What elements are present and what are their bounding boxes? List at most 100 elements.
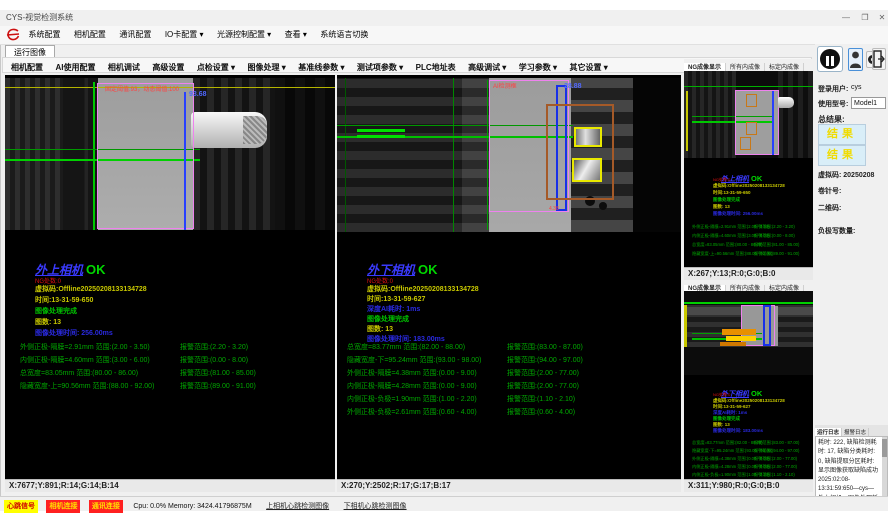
image-metal-part (778, 97, 794, 108)
alarm-range: 报警范围:(0.00 - 8.00) (180, 355, 248, 365)
menu-item-light-config[interactable]: 光源控制配置 ▾ (217, 26, 271, 44)
menu-item-language[interactable]: 系统语言切换 (320, 26, 368, 44)
heartbeat-badge: 心跳信号 (4, 500, 38, 513)
login-user-label: 登录用户: (818, 84, 848, 94)
alarm-range: 报警范围:(0.00 - 8.00) (754, 233, 795, 239)
frame-count-label: 图数: 13 (713, 204, 730, 210)
overlay-blue-line (184, 92, 186, 230)
pause-icon (820, 49, 840, 69)
lower-camera-heartbeat-link[interactable]: 下相机心跳检测图像 (344, 500, 407, 513)
menu-bar: 系统配置 相机配置 通讯配置 IO卡配置 ▾ 光源控制配置 ▾ 查看 ▾ 系统语… (0, 26, 888, 45)
overlay-defect-highlight (720, 342, 746, 346)
tool-baseline-params[interactable]: 基准线参数 ▾ (298, 60, 344, 75)
measurement-row: 总宽度=83.77mm 范围:(82.00 - 88.00) 报警范围:(83.… (347, 342, 677, 352)
overlay-defect-rect (574, 127, 602, 147)
process-done-label: 图像处理完成 (713, 197, 740, 203)
overlay-blue-value: 93.68 (189, 91, 207, 98)
tool-learning-params[interactable]: 学习参数 ▾ (519, 60, 557, 75)
upper-camera-heartbeat-link[interactable]: 上相机心跳检测图像 (266, 500, 329, 513)
measurement-value: 内侧正极-隔膜=4.28mm 范围:(0.00 - 9.00) (347, 383, 477, 390)
log-scrollbar-thumb[interactable] (882, 439, 887, 457)
overlay-defect-highlight (722, 329, 756, 335)
window-title: CYS-视觉检测系统 (6, 13, 73, 22)
close-button[interactable]: ✕ (874, 10, 888, 26)
measurement-value: 隐藏宽度-上=90.56mm 范围:(88.00 - 92.00) (20, 383, 154, 390)
measurement-value: 总宽度=83.05mm 范围:(80.00 - 86.00) (692, 242, 763, 247)
measurement-row: 隐藏宽度-上=90.56mm 范围:(88.00 - 92.00) 报警范围:(… (692, 251, 810, 258)
tool-plc-address[interactable]: PLC地址表 (416, 60, 456, 75)
measurement-value: 内侧正极-隔膜=4.60mm 范围:(3.00 - 6.00) (20, 357, 150, 364)
menu-item-camera-config[interactable]: 相机配置 (74, 26, 106, 44)
virtual-code-field: 虚拟码: 20250208 (818, 170, 874, 180)
pixel-readout-preview-upper: X:267;Y:13;R:0;G:0;B:0 (684, 267, 813, 280)
overlay-green-vline (93, 82, 95, 230)
alarm-range: 报警范围:(2.20 - 3.20) (180, 342, 248, 352)
tool-camera-config[interactable]: 相机配置 (11, 60, 43, 75)
menu-item-system-config[interactable]: 系统配置 (28, 26, 60, 44)
alarm-range: 报警范围:(83.00 - 87.00) (754, 440, 799, 446)
measurement-row: 总宽度=83.77mm 范围:(82.00 - 88.00) 报警范围:(83.… (692, 440, 810, 447)
alarm-range: 报警范围:(2.00 - 77.00) (754, 456, 797, 462)
result-ok-badge: OK (418, 262, 438, 277)
measurement-value: 外侧正极-隔膜=2.91mm 范围:(2.00 - 3.50) (20, 344, 150, 351)
status-bar: 心跳信号 相机连接 通讯连接 Cpu: 0.0% Memory: 3424.41… (0, 496, 888, 511)
camera-panel-lower: AI检测框 28.88 4.38 外下相机OK NG处数:0 虚拟码:Offli… (337, 75, 681, 492)
alarm-range: 报警范围:(2.20 - 3.20) (754, 224, 795, 230)
exit-button[interactable] (872, 48, 886, 70)
overlay-green-vline (487, 80, 488, 230)
overlay-defect-highlight (726, 336, 756, 341)
overlay-green-segment (357, 129, 405, 132)
overlay-yellow-strip (686, 91, 688, 151)
user-icon (849, 49, 862, 70)
overlay-red-value: 4.38 (549, 206, 559, 212)
log-scrollbar[interactable] (882, 437, 887, 499)
tool-ai-config[interactable]: AI使用配置 (55, 60, 95, 75)
overlay-blue-line (772, 91, 774, 155)
image-texture (193, 78, 275, 230)
cpu-memory-readout: Cpu: 0.0% Memory: 3424.41796875M (133, 500, 251, 513)
camera-connection-badge: 相机连接 (46, 500, 80, 513)
result-box-upper: 结果 (818, 124, 866, 145)
camera-image-upper[interactable]: 固定阈值:93，动态阈值:100 93.68 (5, 78, 335, 230)
measurement-value: 隐藏宽度-下=95.24mm 范围:(93.00 - 98.00) (347, 357, 481, 364)
tool-test-params[interactable]: 测试项参数 ▾ (357, 60, 403, 75)
image-texture (633, 78, 681, 232)
image-texture (337, 78, 462, 232)
process-time-label: 图像处理时间: 256.00ms (713, 211, 763, 217)
user-button[interactable] (848, 48, 863, 71)
virtual-code-label: 虚拟码:Offline20250208133134728 (35, 284, 147, 294)
time-label: 时间:13-31-59-650 (35, 295, 93, 305)
ai-time-label: 深度AI耗时: 1ms (367, 304, 420, 314)
tool-other-settings[interactable]: 其它设置 ▾ (569, 60, 607, 75)
tool-image-processing[interactable]: 图像处理 ▾ (248, 60, 286, 75)
model-select[interactable]: Model1 (851, 97, 886, 109)
comm-connection-badge: 通讯连接 (89, 500, 123, 513)
measurement-value: 外侧正极-隔膜=4.38mm 范围:(0.00 - 9.00) (347, 370, 477, 377)
overlay-roi-rect (97, 83, 194, 229)
tool-advanced-settings[interactable]: 高级设置 (152, 60, 184, 75)
log-output[interactable]: 耗时: 222, 缺陷检测耗时: 17, 缺陷分类耗时: 0, 缺陷提取分区耗时… (815, 436, 888, 500)
tool-advanced-debug[interactable]: 高级调试 ▾ (468, 60, 506, 75)
overlay-detect-rect (740, 137, 751, 150)
menu-item-comm-config[interactable]: 通讯配置 (119, 26, 151, 44)
measurement-row: 内侧正极-负极=1.90mm 范围:(1.00 - 2.20) 报警范围:(1.… (347, 394, 677, 404)
frame-count-label: 图数: 13 (35, 317, 61, 327)
preview-image-lower[interactable] (684, 291, 813, 375)
camera-name-label: 外下相机 (367, 263, 415, 277)
menu-item-view[interactable]: 查看 ▾ (285, 26, 307, 44)
minimize-button[interactable]: — (838, 10, 854, 26)
maximize-button[interactable]: ❐ (857, 10, 873, 26)
menu-item-io-config[interactable]: IO卡配置 ▾ (165, 26, 204, 44)
camera-image-lower[interactable]: AI检测框 28.88 4.38 (337, 78, 681, 232)
preview-image-upper[interactable] (684, 71, 813, 158)
tool-camera-debug[interactable]: 相机调试 (108, 60, 140, 75)
overlay-detect-rect (546, 104, 614, 200)
tool-spot-check[interactable]: 点检设置 ▾ (197, 60, 235, 75)
pause-button[interactable] (817, 46, 843, 72)
camera-name-label: 外上相机 (35, 263, 83, 277)
overlay-detect-rect (746, 122, 757, 135)
measurement-row: 外侧正极-隔膜=4.38mm 范围:(0.00 - 9.00) 报警范围:(2.… (347, 368, 677, 378)
alarm-range: 报警范围:(89.00 - 91.00) (754, 251, 799, 257)
measurement-row: 外侧正极-隔膜=4.38mm 范围:(0.00 - 9.00) 报警范围:(2.… (692, 456, 810, 463)
control-panel: 登录用户: cys 使用型号: Model1 总结果: 结果 结果 虚拟码: 2… (815, 44, 888, 506)
